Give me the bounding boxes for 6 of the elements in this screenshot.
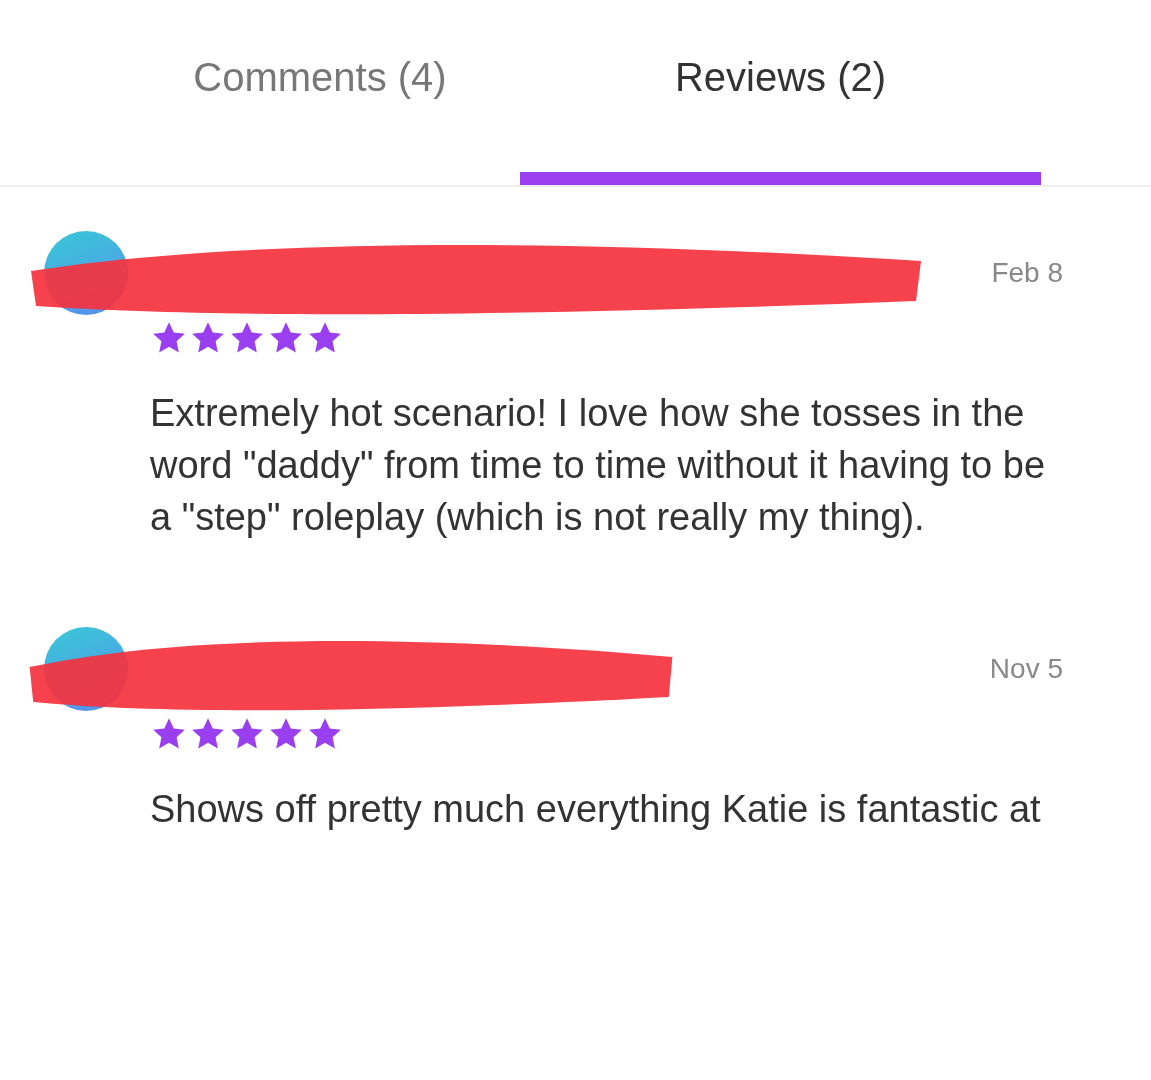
tab[interactable]: Reviews (2) — [520, 0, 1041, 185]
review-text: Shows off pretty much everything Katie is fantastic at — [150, 787, 1042, 832]
review-date: Nov 5 — [989, 653, 1063, 685]
review-text: Extremely hot scenario! I love how she tosses in the word "daddy" from time to time without it having to be a "step" roleplay (which is not really my thing). — [150, 391, 1047, 540]
review-date: Feb 8 — [991, 257, 1063, 289]
tab[interactable]: Comments (4) — [0, 0, 520, 185]
